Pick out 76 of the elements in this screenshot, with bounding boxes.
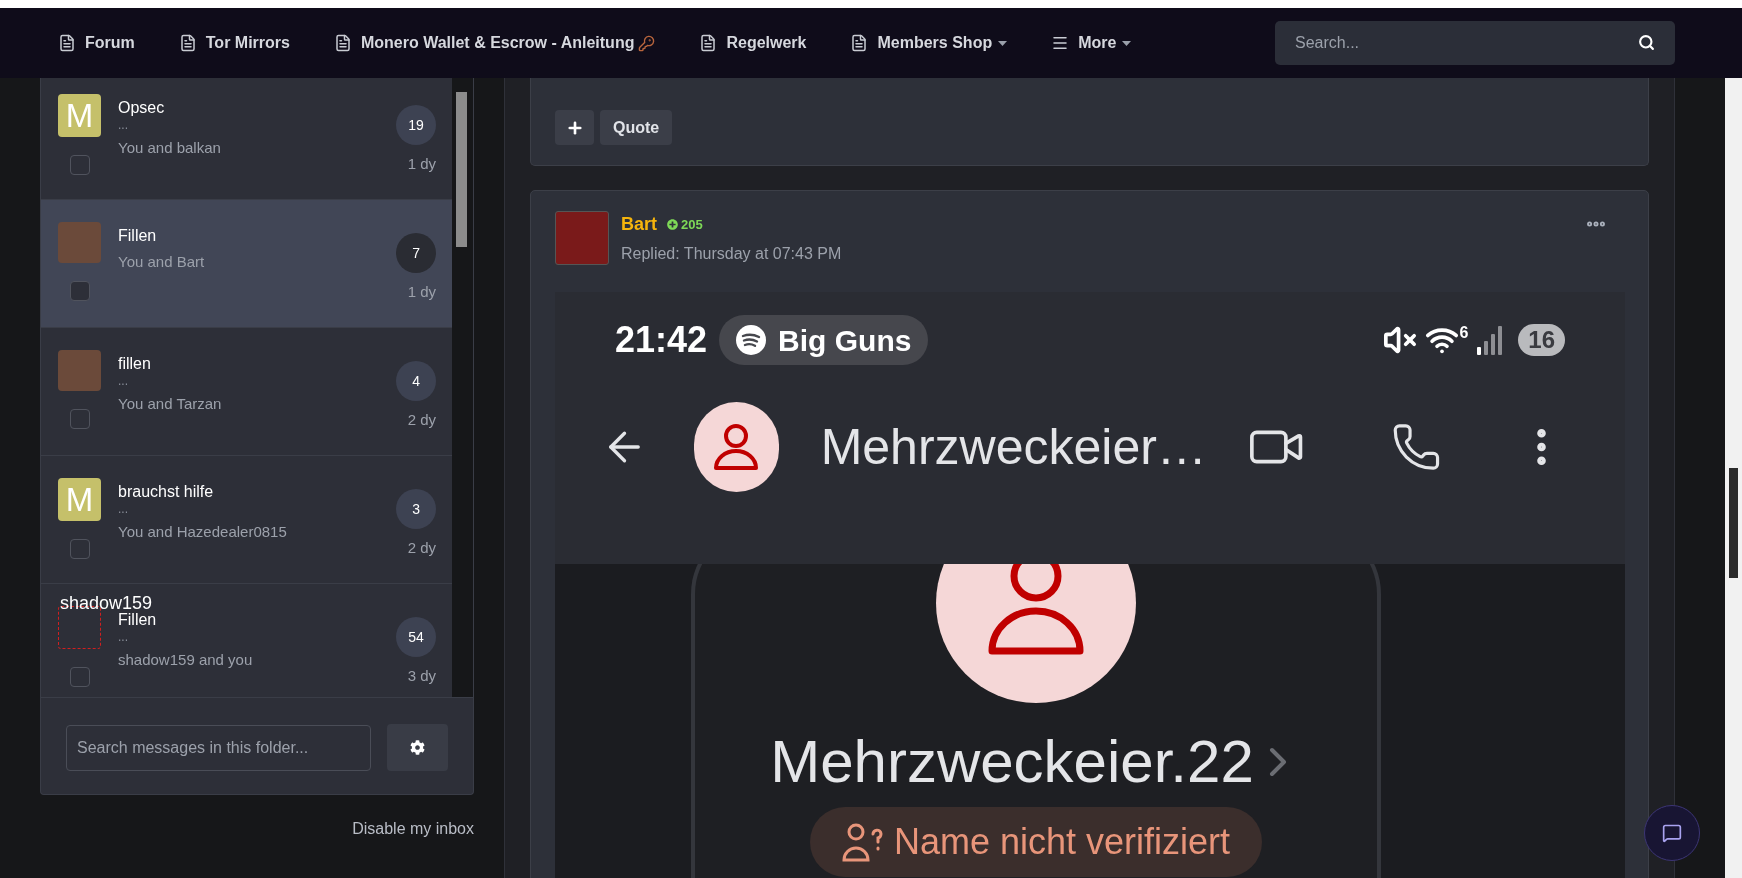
page-icon — [333, 34, 352, 52]
nav-link[interactable]: Members Shop — [850, 31, 1008, 55]
message-count-badge: 7 — [396, 233, 437, 273]
avatar-photo-placeholder — [58, 350, 101, 391]
nav-link[interactable]: Forum — [58, 31, 135, 55]
checkbox[interactable] — [70, 409, 90, 429]
settings-button[interactable] — [387, 724, 448, 771]
message-preview: ... — [118, 630, 129, 644]
scrollbar-thumb[interactable] — [456, 92, 468, 247]
checkbox[interactable] — [70, 667, 90, 687]
message-count-badge: 54 — [396, 617, 437, 657]
nav-link[interactable]: Monero Wallet & Escrow - Anleitung — [333, 31, 656, 55]
wifi-label: 6 — [1459, 323, 1469, 343]
image-alt-text: shadow159 — [60, 594, 153, 612]
age-text: 2 dy — [407, 538, 437, 558]
avatar-photo-placeholder — [58, 222, 101, 263]
page-icon — [178, 34, 197, 52]
checkbox[interactable] — [70, 155, 90, 175]
person-icon — [713, 423, 760, 471]
key-icon — [638, 34, 656, 52]
message-preview: ... — [118, 502, 129, 516]
conversation-title: fillen — [118, 354, 152, 374]
now-playing-title: Big Guns — [778, 322, 912, 359]
participants-text: You and Bart — [118, 252, 206, 272]
conversation-title: brauchst hilfe — [118, 482, 215, 502]
reputation-count: 205 — [681, 215, 703, 234]
contact-name: Mehrzweckeier.22 — [770, 727, 1254, 797]
message-search-field[interactable]: Search messages in this folder... — [66, 724, 372, 771]
age-text: 2 dy — [407, 410, 437, 430]
checkbox[interactable] — [70, 539, 90, 559]
checkbox[interactable] — [70, 281, 90, 301]
nav-link[interactable]: More — [1051, 31, 1132, 55]
age-text: 1 dy — [407, 282, 437, 302]
message-count-badge: 4 — [396, 361, 437, 401]
signal-icon — [1476, 325, 1505, 355]
add-button[interactable] — [555, 110, 594, 145]
conversation-title: Opsec — [118, 98, 166, 118]
nav-link[interactable]: Tor Mirrors — [178, 31, 290, 55]
verification-text: Name nicht verifiziert — [893, 820, 1231, 864]
participants-text: You and Tarzan — [118, 394, 223, 414]
disable-inbox-link[interactable]: Disable my inbox — [352, 817, 474, 841]
message-count-badge: 19 — [396, 105, 437, 145]
page-icon — [699, 34, 718, 52]
participants-text: You and Hazedealer0815 — [118, 522, 288, 542]
search-field[interactable]: Search... — [1275, 21, 1675, 65]
quote-button[interactable]: Quote — [600, 110, 673, 145]
participants-text: shadow159 and you — [118, 650, 254, 670]
search-icon[interactable] — [1638, 34, 1655, 51]
reputation-icon — [667, 219, 678, 230]
music-app-icon — [736, 325, 767, 355]
conversation-title: Fillen — [118, 226, 158, 246]
author-name[interactable]: Bart — [621, 211, 657, 238]
chat-title: Mehrzweckeier… — [820, 417, 1207, 477]
conversation-title: Fillen — [118, 610, 158, 630]
page-icon — [850, 34, 869, 52]
message-preview: ... — [118, 118, 129, 132]
conversation-row[interactable]: Fillen You and Bart 7 1 dy — [41, 200, 453, 328]
letter-avatar: M — [58, 94, 101, 137]
menu-icon — [1051, 34, 1070, 52]
post-meta: Replied: Thursday at 07:43 PM — [621, 244, 842, 264]
message-preview: ... — [118, 374, 129, 388]
page-icon — [58, 34, 76, 52]
nav-link[interactable]: Regelwerk — [699, 31, 807, 55]
letter-avatar: M — [58, 478, 101, 521]
message-count-badge: 3 — [396, 489, 437, 529]
participants-text: You and balkan — [118, 138, 222, 158]
page-scrollbar-thumb[interactable] — [1729, 468, 1738, 578]
age-text: 1 dy — [407, 154, 437, 174]
status-time: 21:42 — [615, 318, 708, 362]
settings-icon — [410, 740, 426, 755]
battery-indicator: 16 — [1518, 324, 1565, 356]
age-text: 3 dy — [407, 666, 437, 686]
author-avatar-placeholder — [555, 211, 609, 265]
chat-icon — [1662, 823, 1682, 843]
caret-icon — [998, 40, 1008, 46]
caret-icon — [1122, 40, 1132, 46]
